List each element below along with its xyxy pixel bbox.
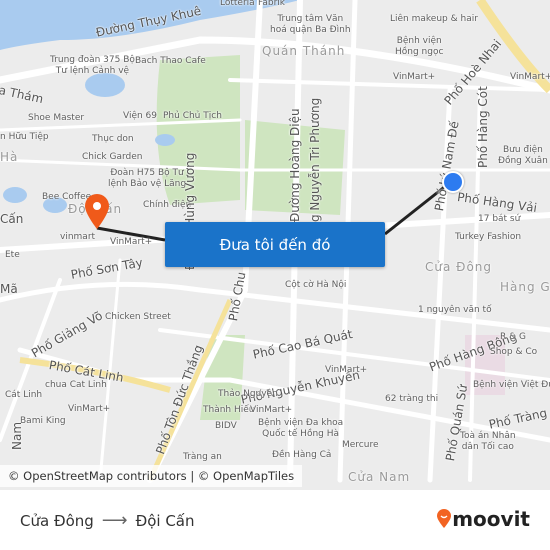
- poi-label: VinMart+: [393, 72, 436, 82]
- moovit-wordmark: moovit: [452, 507, 530, 531]
- poi-label: Shop & Co: [490, 347, 538, 357]
- poi-label: Phủ Chủ Tịch: [163, 111, 222, 121]
- poi-label: VinMart+: [110, 237, 153, 247]
- poi-label: Fabrik: [258, 0, 285, 8]
- street-label: Nam: [10, 421, 24, 450]
- poi-label: Đền Hàng Cả: [272, 450, 332, 460]
- poi-label: chua Cat Linh: [45, 380, 107, 390]
- area-label: Hàng Ga: [500, 280, 550, 294]
- poi-label: VinMart+: [510, 72, 550, 82]
- poi-label: Ete: [5, 250, 20, 260]
- street-label: Mã: [0, 282, 18, 296]
- poi-label: Trung tâm Văn hoá quận Ba Đình: [270, 14, 351, 35]
- street-label: Phố Hàng Cót: [476, 86, 490, 168]
- take-me-there-button[interactable]: Đưa tôi đến đó: [165, 222, 385, 267]
- poi-label: Bệnh viện Đa khoa Quốc tế Hồng Hà: [258, 418, 344, 439]
- poi-label: Thục don: [92, 134, 134, 144]
- street-label: Đường Hoàng Diệu: [288, 108, 302, 222]
- moovit-pin-icon: [437, 509, 452, 528]
- poi-label: n Hữu Tiệp: [0, 132, 49, 142]
- poi-label: 17 bát sứ: [478, 214, 521, 224]
- map[interactable]: Đường Thụy Khuê Lotteria Fabrik Trung tâm V…: [0, 0, 550, 490]
- poi-label: Thành Hiếu: [203, 405, 255, 415]
- origin-name: Cửa Đông: [20, 511, 94, 530]
- origin-location-icon[interactable]: [442, 171, 464, 193]
- poi-label: Toà án Nhân dân Tối cao: [460, 431, 516, 452]
- footer-bar: Cửa Đông ⟶ Đội Cấn moovit: [0, 490, 550, 550]
- poi-label: Bami King: [20, 416, 66, 426]
- moovit-logo: moovit: [436, 507, 530, 531]
- poi-label: Tràng an: [183, 452, 222, 462]
- poi-label: Shoe Master: [28, 113, 85, 123]
- poi-label: Turkey Fashion: [455, 232, 522, 242]
- poi-label: Bệnh viện Hồng ngọc: [395, 36, 444, 57]
- poi-label: Chick Garden: [82, 152, 143, 162]
- area-label: Cửa Đông: [425, 260, 493, 274]
- poi-label: VinMart+: [68, 404, 111, 414]
- poi-label: Cát Linh: [5, 390, 43, 400]
- poi-label: R & G: [500, 332, 526, 342]
- poi-label: vinmart: [60, 232, 96, 242]
- poi-label: Mercure: [342, 440, 379, 450]
- poi-label: Thảo Nguyên: [218, 389, 278, 399]
- arrow-right-icon: ⟶: [101, 510, 128, 531]
- poi-label: 1 nguyên văn tố: [418, 305, 492, 315]
- area-label: Quán Thánh: [262, 44, 346, 58]
- poi-label: Viện 69: [123, 111, 158, 121]
- poi-label: Đoàn H75 Bộ Tư lệnh Bảo vệ Lăng: [108, 168, 187, 189]
- poi-label: BIDV: [215, 421, 237, 431]
- area-label: Hà: [0, 150, 19, 164]
- route-summary: Cửa Đông ⟶ Đội Cấn: [20, 510, 195, 531]
- poi-label: Liên makeup & hair: [390, 14, 478, 24]
- poi-label: Bach Thao Cafe: [135, 56, 206, 66]
- street-label: g Nguyễn Tri Phương: [308, 97, 322, 222]
- poi-label: Chicken Street: [105, 312, 171, 322]
- map-attribution[interactable]: © OpenStreetMap contributors | © OpenMap…: [0, 465, 303, 487]
- poi-label: 62 tràng thi: [385, 394, 439, 404]
- poi-label: VinMart+: [250, 405, 293, 415]
- poi-label: VinMart+: [325, 365, 368, 375]
- poi-label: Trung đoàn 375 Bộ Tư lệnh Cảnh vệ: [50, 55, 135, 76]
- area-label: Cửa Nam: [348, 470, 411, 484]
- poi-label: Lotteria: [220, 0, 255, 8]
- poi-label: Bệnh viện Việt Đức: [473, 380, 550, 390]
- street-label: Cấn: [0, 212, 24, 226]
- destination-name: Đội Cấn: [135, 511, 195, 530]
- poi-label: Cột cờ Hà Nội: [285, 280, 347, 290]
- poi-label: Bưu điện Đồng Xuân: [498, 145, 548, 166]
